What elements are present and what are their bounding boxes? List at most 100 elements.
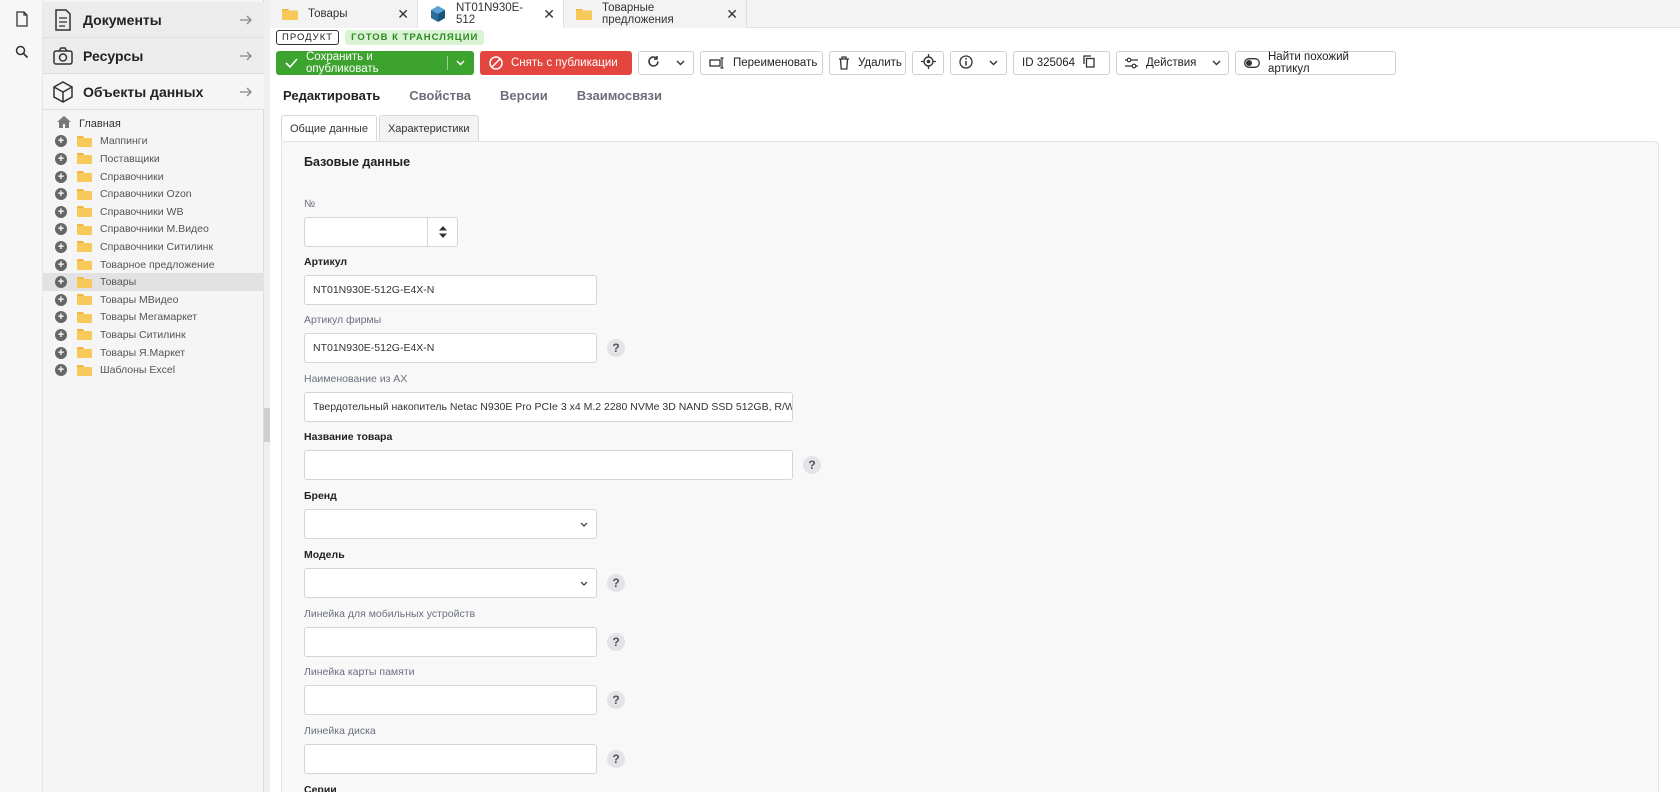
expand-icon[interactable]: +: [55, 346, 67, 359]
rename-button[interactable]: Переименовать: [700, 51, 823, 75]
expand-icon[interactable]: +: [55, 258, 67, 271]
tree-item[interactable]: + Товарное предложение: [43, 256, 264, 274]
save-publish-button[interactable]: Сохранить и опубликовать: [276, 51, 474, 75]
expand-icon[interactable]: +: [55, 364, 67, 377]
home-icon: [57, 116, 71, 131]
expand-icon[interactable]: +: [55, 223, 67, 236]
tab-product-item[interactable]: NT01N930E-512 ✕: [418, 0, 564, 28]
help-icon[interactable]: ?: [607, 691, 625, 709]
mobile-line-input[interactable]: [304, 627, 597, 657]
copy-icon[interactable]: [1083, 55, 1095, 71]
camera-icon: [51, 44, 75, 68]
expand-icon[interactable]: +: [55, 205, 67, 218]
unpublish-button[interactable]: Снять с публикации: [480, 51, 632, 75]
model-select[interactable]: [304, 568, 597, 598]
chevron-down-icon[interactable]: [456, 57, 465, 69]
help-icon[interactable]: ?: [607, 574, 625, 592]
number-input[interactable]: [304, 217, 458, 247]
folder-icon: [77, 259, 92, 271]
arrow-right-icon: [236, 86, 256, 98]
firm-article-field: Артикул фирмы NT01N930E-512G-E4X-N ?: [304, 314, 625, 363]
find-similar-button[interactable]: Найти похожий артикул: [1235, 51, 1396, 75]
tab-properties[interactable]: Свойства: [409, 88, 471, 103]
disk-line-field: Линейка диска ?: [304, 725, 625, 774]
tab-general-data[interactable]: Общие данные: [281, 115, 377, 141]
tree-item[interactable]: + Товары: [43, 273, 264, 291]
tree-item[interactable]: + Справочники: [43, 168, 264, 186]
help-icon[interactable]: ?: [607, 750, 625, 768]
product-name-input[interactable]: [304, 450, 793, 480]
close-icon[interactable]: ✕: [543, 6, 555, 23]
field-label: Бренд: [304, 490, 337, 502]
locate-button[interactable]: [912, 51, 944, 75]
tree-item[interactable]: + Товары Я.Маркет: [43, 344, 264, 362]
help-icon[interactable]: ?: [607, 339, 625, 357]
sidebar-section-documents[interactable]: Документы: [43, 2, 264, 38]
expand-icon[interactable]: +: [55, 311, 67, 324]
folder-icon: [77, 347, 92, 359]
expand-icon[interactable]: +: [55, 293, 67, 306]
close-icon[interactable]: ✕: [726, 6, 738, 23]
brand-select[interactable]: [304, 509, 597, 539]
tree-item[interactable]: + Справочники Ситилинк: [43, 238, 264, 256]
tree-item[interactable]: + Товары МВидео: [43, 291, 264, 309]
expand-icon[interactable]: +: [55, 188, 67, 201]
document-icon[interactable]: [12, 9, 32, 29]
tab-relations[interactable]: Взаимосвязи: [577, 88, 662, 103]
sidebar-section-data-objects[interactable]: Объекты данных: [43, 74, 264, 110]
object-tree: Главная + Маппинги + Поставщики + Справочники…: [43, 115, 264, 379]
article-field: Артикул NT01N930E-512G-E4X-N: [304, 256, 597, 305]
trash-icon: [838, 56, 850, 70]
tree-item[interactable]: + Справочники Ozon: [43, 185, 264, 203]
chevron-down-icon[interactable]: [676, 57, 685, 69]
tab-product-offers[interactable]: Товарные предложения ✕: [564, 0, 747, 28]
search-icon[interactable]: [12, 42, 32, 62]
folder-icon: [77, 153, 92, 165]
status-badge: ГОТОВ К ТРАНСЛЯЦИИ: [345, 30, 485, 45]
tree-item[interactable]: + Товары Мегамаркет: [43, 309, 264, 327]
series-field: Серии: [304, 784, 337, 792]
expand-icon[interactable]: +: [55, 152, 67, 165]
tree-item[interactable]: + Товары Ситилинк: [43, 326, 264, 344]
disk-line-input[interactable]: [304, 744, 597, 774]
expand-icon[interactable]: +: [55, 240, 67, 253]
help-icon[interactable]: ?: [803, 456, 821, 474]
field-label: Артикул: [304, 256, 348, 268]
tree-item-label: Товары МВидео: [100, 293, 179, 306]
document-icon: [51, 8, 75, 32]
actions-button[interactable]: Действия: [1116, 51, 1229, 75]
firm-article-input[interactable]: NT01N930E-512G-E4X-N: [304, 333, 597, 363]
help-icon[interactable]: ?: [607, 633, 625, 651]
tab-versions[interactable]: Версии: [500, 88, 548, 103]
refresh-button[interactable]: [638, 51, 694, 75]
chevron-down-icon[interactable]: [1212, 57, 1221, 69]
ax-name-input[interactable]: Твердотельный накопитель Netac N930E Pro…: [304, 392, 793, 422]
tab-products[interactable]: Товары ✕: [270, 0, 418, 28]
tree-item[interactable]: + Справочники WB: [43, 203, 264, 221]
delete-button[interactable]: Удалить: [829, 51, 906, 75]
memcard-line-input[interactable]: [304, 685, 597, 715]
sidebar-section-label: Ресурсы: [83, 47, 144, 64]
tree-item[interactable]: + Маппинги: [43, 133, 264, 151]
expand-icon[interactable]: +: [55, 328, 67, 341]
close-icon[interactable]: ✕: [397, 6, 409, 23]
tab-edit[interactable]: Редактировать: [283, 88, 380, 103]
expand-icon[interactable]: +: [55, 170, 67, 183]
main-area: Товары ✕ NT01N930E-512 ✕ Товарные предло…: [270, 0, 1680, 792]
divider: [447, 56, 448, 70]
folder-icon: [77, 364, 92, 376]
article-input[interactable]: NT01N930E-512G-E4X-N: [304, 275, 597, 305]
stepper-icon[interactable]: [427, 218, 457, 246]
chevron-down-icon: [580, 577, 588, 589]
expand-icon[interactable]: +: [55, 276, 67, 289]
tab-characteristics[interactable]: Характеристики: [378, 115, 479, 141]
expand-icon[interactable]: +: [55, 135, 67, 148]
chevron-down-icon[interactable]: [989, 57, 998, 69]
tree-item-home[interactable]: Главная: [43, 115, 264, 133]
sidebar-section-resources[interactable]: Ресурсы: [43, 38, 264, 74]
tree-item[interactable]: + Поставщики: [43, 150, 264, 168]
folder-icon: [77, 294, 92, 306]
tree-item[interactable]: + Справочники М.Видео: [43, 221, 264, 239]
tree-item[interactable]: + Шаблоны Excel: [43, 361, 264, 379]
info-button[interactable]: [950, 51, 1007, 75]
